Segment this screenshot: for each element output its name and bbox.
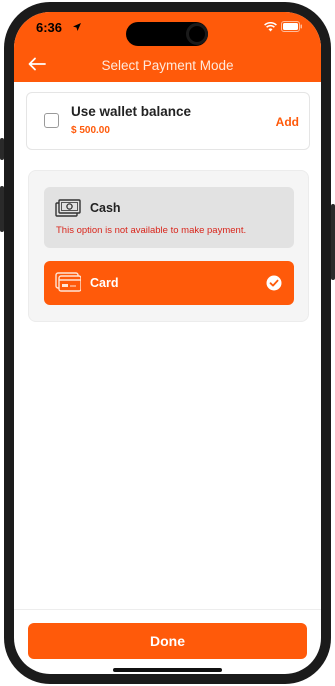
page-title: Select Payment Mode [101, 58, 234, 73]
power-button [331, 204, 335, 280]
cash-unavailable-note: This option is not available to make pay… [56, 225, 247, 236]
status-time: 6:36 [36, 20, 63, 35]
card-icon [55, 272, 81, 292]
camera-dot [186, 23, 208, 45]
cash-icon [55, 199, 81, 217]
battery-icon [281, 21, 302, 32]
wifi-icon [264, 21, 277, 31]
add-wallet-button[interactable]: Add [276, 115, 299, 129]
status-icons [264, 21, 303, 32]
wallet-balance-card: Use wallet balance $ 500.00 Add [26, 92, 310, 150]
wallet-checkbox[interactable] [44, 113, 59, 128]
wallet-label: Use wallet balance [71, 104, 192, 119]
wallet-amount: $ 500.00 [71, 125, 110, 136]
payment-option-cash: Cash This option is not available to mak… [44, 187, 294, 248]
payment-option-card[interactable]: Card [44, 261, 294, 305]
location-arrow-icon [73, 23, 81, 31]
payment-options-panel: Cash This option is not available to mak… [28, 170, 309, 322]
footer-divider [14, 609, 321, 610]
app-header: 6:36 Select Payment Mode [14, 12, 321, 82]
home-indicator [113, 668, 222, 672]
cash-label: Cash [90, 201, 121, 215]
card-label: Card [90, 276, 119, 290]
app-screen: 6:36 Select Payment Mode Use wallet bala… [14, 12, 321, 674]
silent-switch [0, 138, 4, 160]
volume-button [0, 186, 4, 232]
done-button[interactable]: Done [28, 623, 307, 659]
check-icon [266, 275, 282, 291]
